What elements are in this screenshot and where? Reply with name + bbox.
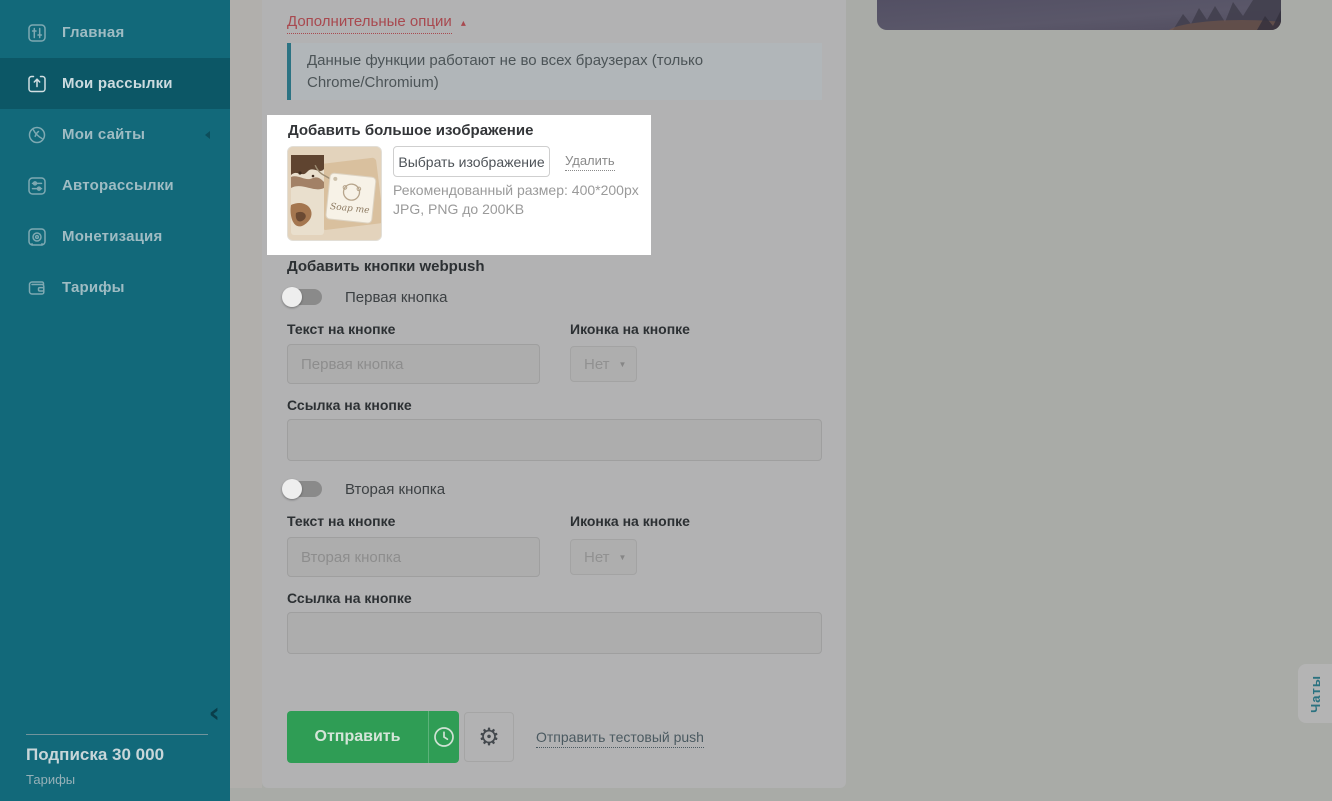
sidebar-item-label: Тарифы — [62, 279, 125, 296]
sidebar: Главная Мои рассылки Мои сайты Авторассы… — [0, 0, 230, 801]
push-preview-image — [877, 0, 1281, 30]
chevron-left-icon — [205, 130, 210, 139]
sidebar-divider — [26, 734, 208, 735]
sidebar-item-my-mailings[interactable]: Мои рассылки — [0, 58, 230, 109]
second-button-toggle[interactable] — [282, 479, 322, 499]
first-button-toggle[interactable] — [282, 287, 322, 307]
settings-button[interactable]: ⚙ — [464, 712, 514, 762]
first-button-link-input[interactable] — [287, 419, 822, 461]
image-size-hint: Рекомендованный размер: 400*200px JPG, P… — [393, 181, 639, 219]
sidebar-subscription: Подписка 30 000 Тарифы — [26, 745, 164, 787]
sidebar-item-monetization[interactable]: Монетизация — [0, 211, 230, 262]
second-button-icon-select[interactable]: Нет ▼ — [570, 539, 637, 575]
automation-icon — [28, 176, 46, 195]
choose-image-button[interactable]: Выбрать изображение — [393, 146, 550, 177]
first-button-icon-select[interactable]: Нет ▼ — [570, 346, 637, 382]
safe-icon — [28, 227, 46, 246]
button-text-label: Текст на кнопке — [287, 513, 396, 529]
content-gap — [230, 0, 262, 788]
hint-line-2: JPG, PNG до 200KB — [393, 201, 525, 217]
sidebar-nav: Главная Мои рассылки Мои сайты Авторассы… — [0, 0, 230, 313]
button-link-label: Ссылка на кнопке — [287, 590, 412, 606]
toggle-knob — [282, 479, 302, 499]
wallet-icon — [28, 279, 46, 297]
additional-options-label: Дополнительные опции — [287, 13, 452, 34]
big-image-title: Добавить большое изображение — [288, 122, 534, 139]
push-form-card: Дополнительные опции ▴ Данные функции ра… — [262, 0, 846, 788]
button-icon-label: Иконка на кнопке — [570, 513, 690, 529]
gear-icon: ⚙ — [478, 723, 500, 751]
additional-options-toggle[interactable]: Дополнительные опции ▴ — [287, 13, 466, 34]
caret-down-icon: ▼ — [618, 359, 627, 369]
button-link-label: Ссылка на кнопке — [287, 397, 412, 413]
sidebar-item-label: Главная — [62, 24, 125, 41]
subscription-tariffs-link[interactable]: Тарифы — [26, 772, 164, 787]
chats-tab[interactable]: Чаты — [1298, 664, 1332, 723]
upload-icon — [28, 75, 46, 93]
chevron-up-icon: ▴ — [460, 18, 466, 29]
first-button-toggle-label: Первая кнопка — [345, 289, 448, 306]
browser-support-note: Данные функции работают не во всех брауз… — [287, 43, 822, 100]
schedule-send-button[interactable] — [429, 711, 459, 763]
globe-icon — [28, 126, 46, 144]
hint-line-1: Рекомендованный размер: 400*200px — [393, 182, 639, 198]
sidebar-item-label: Мои рассылки — [62, 75, 173, 92]
sidebar-item-label: Мои сайты — [62, 126, 146, 143]
first-button-text-input[interactable] — [287, 344, 540, 384]
caret-down-icon: ▼ — [618, 552, 627, 562]
send-test-push-link[interactable]: Отправить тестовый push — [536, 729, 704, 748]
toggle-knob — [282, 287, 302, 307]
button-icon-label: Иконка на кнопке — [570, 321, 690, 337]
sidebar-item-label: Авторассылки — [62, 177, 174, 194]
sidebar-item-my-sites[interactable]: Мои сайты — [0, 109, 230, 160]
delete-image-link[interactable]: Удалить — [565, 153, 615, 171]
button-text-label: Текст на кнопке — [287, 321, 396, 337]
clock-icon — [434, 727, 454, 747]
sidebar-item-home[interactable]: Главная — [0, 7, 230, 58]
sidebar-item-tariffs[interactable]: Тарифы — [0, 262, 230, 313]
second-button-link-input[interactable] — [287, 612, 822, 654]
sidebar-item-label: Монетизация — [62, 228, 163, 245]
big-image-thumbnail: Soap me — [287, 146, 382, 241]
second-button-toggle-label: Вторая кнопка — [345, 481, 446, 498]
send-button-label: Отправить — [314, 728, 401, 745]
sidebar-collapse-button[interactable]: ‹ — [208, 699, 220, 727]
icon-select-value: Нет — [584, 355, 610, 373]
subscription-count: Подписка 30 000 — [26, 745, 165, 764]
webpush-buttons-title: Добавить кнопки webpush — [287, 258, 485, 275]
chats-tab-label: Чаты — [1307, 674, 1323, 713]
big-image-section: Добавить большое изображение Soap me Выб… — [267, 115, 651, 255]
sidebar-item-automailings[interactable]: Авторассылки — [0, 160, 230, 211]
second-button-text-input[interactable] — [287, 537, 540, 577]
sliders-icon — [28, 23, 46, 42]
icon-select-value: Нет — [584, 548, 610, 566]
send-button[interactable]: Отправить — [287, 711, 459, 763]
